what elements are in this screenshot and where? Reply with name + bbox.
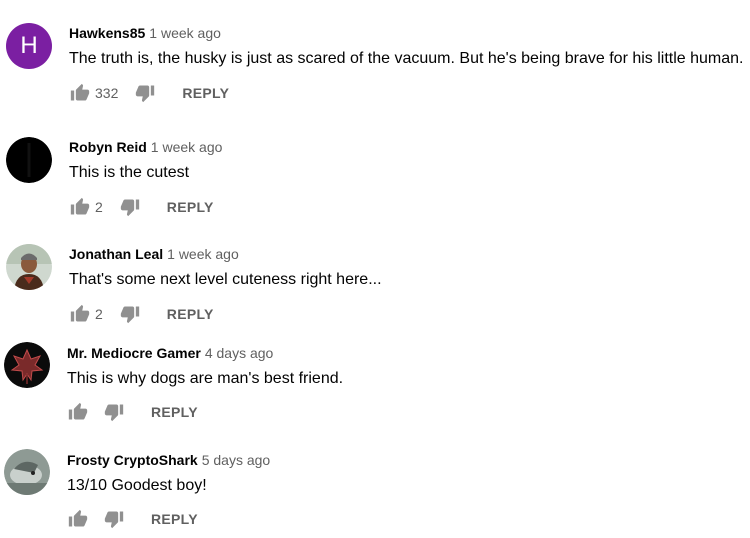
timestamp[interactable]: 5 days ago — [202, 452, 271, 468]
reply-button[interactable]: REPLY — [151, 511, 198, 527]
timestamp[interactable]: 1 week ago — [151, 139, 223, 155]
avatar-image — [6, 244, 52, 290]
avatar[interactable]: H — [6, 23, 52, 69]
comment-header: Hawkens85 1 week ago — [69, 24, 221, 42]
thumb-up-icon — [70, 304, 90, 324]
dislike-button[interactable] — [103, 508, 125, 530]
comment-actions: 332 REPLY — [69, 81, 229, 105]
author-name[interactable]: Frosty CryptoShark — [67, 452, 198, 468]
author-name[interactable]: Hawkens85 — [69, 25, 145, 41]
comment-header: Jonathan Leal 1 week ago — [69, 245, 239, 263]
reply-button[interactable]: REPLY — [167, 306, 214, 322]
avatar-letter: H — [20, 32, 38, 59]
dislike-button[interactable] — [119, 196, 141, 218]
comment-text: That's some next level cuteness right he… — [69, 271, 382, 288]
thumb-up-icon — [68, 509, 88, 529]
avatar-image — [4, 342, 50, 388]
like-button[interactable] — [69, 196, 91, 218]
comment-header: Frosty CryptoShark 5 days ago — [67, 451, 270, 469]
like-count: 332 — [95, 85, 119, 101]
like-button[interactable] — [67, 401, 89, 423]
reply-button[interactable]: REPLY — [151, 404, 198, 420]
author-name[interactable]: Mr. Mediocre Gamer — [67, 345, 201, 361]
dislike-button[interactable] — [134, 82, 156, 104]
comment-header: Robyn Reid 1 week ago — [69, 138, 222, 156]
avatar-image — [4, 449, 50, 495]
thumb-up-icon — [70, 197, 90, 217]
thumb-down-icon — [135, 83, 155, 103]
comment-header: Mr. Mediocre Gamer 4 days ago — [67, 344, 273, 362]
like-button[interactable] — [69, 82, 91, 104]
author-name[interactable]: Robyn Reid — [69, 139, 147, 155]
avatar[interactable] — [4, 342, 50, 388]
timestamp[interactable]: 1 week ago — [149, 25, 221, 41]
reply-button[interactable]: REPLY — [182, 85, 229, 101]
timestamp[interactable]: 1 week ago — [167, 246, 239, 262]
comment-text: This is why dogs are man's best friend. — [67, 370, 344, 387]
comment-text: The truth is, the husky is just as scare… — [69, 50, 744, 67]
thumb-down-icon — [104, 402, 124, 422]
avatar[interactable] — [6, 244, 52, 290]
comment-actions: 2 REPLY — [69, 302, 214, 326]
thumb-down-icon — [104, 509, 124, 529]
comment-text: This is the cutest — [69, 164, 190, 181]
comment-actions: REPLY — [67, 507, 198, 531]
thumb-down-icon — [120, 197, 140, 217]
timestamp[interactable]: 4 days ago — [205, 345, 274, 361]
dislike-button[interactable] — [103, 401, 125, 423]
like-count: 2 — [95, 306, 103, 322]
dislike-button[interactable] — [119, 303, 141, 325]
author-name[interactable]: Jonathan Leal — [69, 246, 163, 262]
thumb-up-icon — [68, 402, 88, 422]
avatar[interactable] — [4, 449, 50, 495]
comment-actions: REPLY — [67, 400, 198, 424]
thumb-down-icon — [120, 304, 140, 324]
comment-text: 13/10 Goodest boy! — [67, 477, 207, 494]
like-count: 2 — [95, 199, 103, 215]
avatar[interactable] — [6, 137, 52, 183]
thumb-up-icon — [70, 83, 90, 103]
avatar-image — [6, 137, 52, 183]
like-button[interactable] — [69, 303, 91, 325]
reply-button[interactable]: REPLY — [167, 199, 214, 215]
like-button[interactable] — [67, 508, 89, 530]
comment-actions: 2 REPLY — [69, 195, 214, 219]
